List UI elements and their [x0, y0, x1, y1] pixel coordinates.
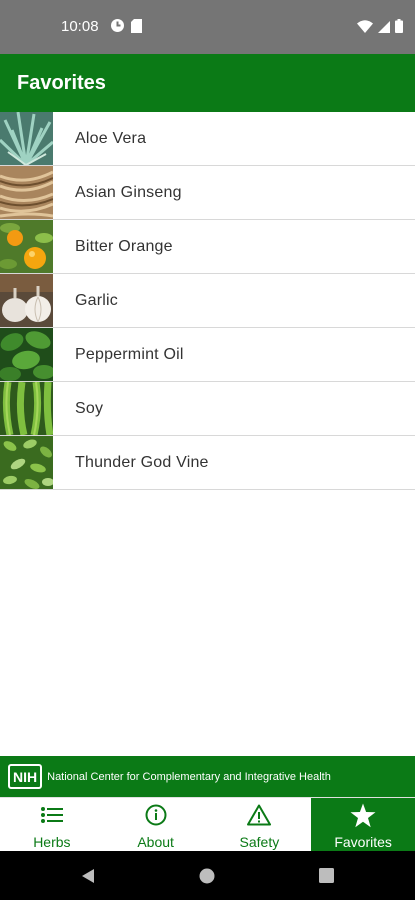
- tab-label: About: [137, 834, 174, 850]
- cellular-signal-icon: [378, 20, 390, 38]
- tab-label: Safety: [239, 834, 280, 850]
- list-item-label: Bitter Orange: [75, 237, 173, 255]
- nih-logo-text: NIH: [13, 768, 38, 785]
- bottom-navigation: Herbs About Safety Favorites: [0, 797, 415, 851]
- list-item-label: Aloe Vera: [75, 129, 147, 147]
- data-saver-icon: [110, 18, 125, 38]
- favorites-list: Aloe Vera Asian Ginseng Bitter Orange Ga…: [0, 112, 415, 490]
- info-icon: [145, 802, 167, 828]
- list-item-asian-ginseng[interactable]: Asian Ginseng: [0, 166, 415, 220]
- list-item-bitter-orange[interactable]: Bitter Orange: [0, 220, 415, 274]
- status-bar: 10:08: [0, 0, 415, 54]
- recents-icon[interactable]: [319, 868, 334, 888]
- list-item-label: Soy: [75, 399, 104, 417]
- thunder-god-vine-thumbnail: [0, 436, 53, 489]
- star-icon: [350, 802, 376, 828]
- tab-about[interactable]: About: [104, 798, 208, 851]
- list-item-garlic[interactable]: Garlic: [0, 274, 415, 328]
- battery-icon: [395, 19, 403, 38]
- list-item-thunder-god-vine[interactable]: Thunder God Vine: [0, 436, 415, 490]
- peppermint-oil-thumbnail: [0, 328, 53, 381]
- list-item-label: Thunder God Vine: [75, 453, 209, 471]
- list-item-aloe-vera[interactable]: Aloe Vera: [0, 112, 415, 166]
- list-item-soy[interactable]: Soy: [0, 382, 415, 436]
- list-icon: [40, 802, 63, 828]
- list-item-label: Peppermint Oil: [75, 345, 184, 363]
- tab-safety[interactable]: Safety: [208, 798, 312, 851]
- tab-herbs[interactable]: Herbs: [0, 798, 104, 851]
- status-notification-icons: [110, 18, 142, 38]
- tab-label: Herbs: [33, 834, 71, 850]
- app-bar: Favorites: [0, 54, 415, 112]
- status-system-icons: [357, 19, 403, 38]
- wifi-icon: [357, 19, 373, 38]
- aloe-vera-thumbnail: [0, 112, 53, 165]
- soy-thumbnail: [0, 382, 53, 435]
- warning-icon: [247, 802, 272, 828]
- page-title: Favorites: [17, 71, 106, 94]
- banner-text: National Center for Complementary and In…: [47, 770, 331, 783]
- list-item-peppermint-oil[interactable]: Peppermint Oil: [0, 328, 415, 382]
- status-time: 10:08: [61, 18, 99, 35]
- nih-logo: NIH: [8, 764, 43, 789]
- asian-ginseng-thumbnail: [0, 166, 53, 219]
- system-navigation-bar: [0, 851, 415, 900]
- tab-label: Favorites: [334, 834, 392, 850]
- back-icon[interactable]: [80, 868, 96, 889]
- home-icon[interactable]: [199, 868, 215, 889]
- bitter-orange-thumbnail: [0, 220, 53, 273]
- garlic-thumbnail: [0, 274, 53, 327]
- list-item-label: Garlic: [75, 291, 118, 309]
- list-item-label: Asian Ginseng: [75, 183, 182, 201]
- sd-card-icon: [131, 18, 142, 38]
- tab-favorites[interactable]: Favorites: [311, 798, 415, 851]
- nccih-banner[interactable]: NIH National Center for Complementary an…: [0, 756, 415, 797]
